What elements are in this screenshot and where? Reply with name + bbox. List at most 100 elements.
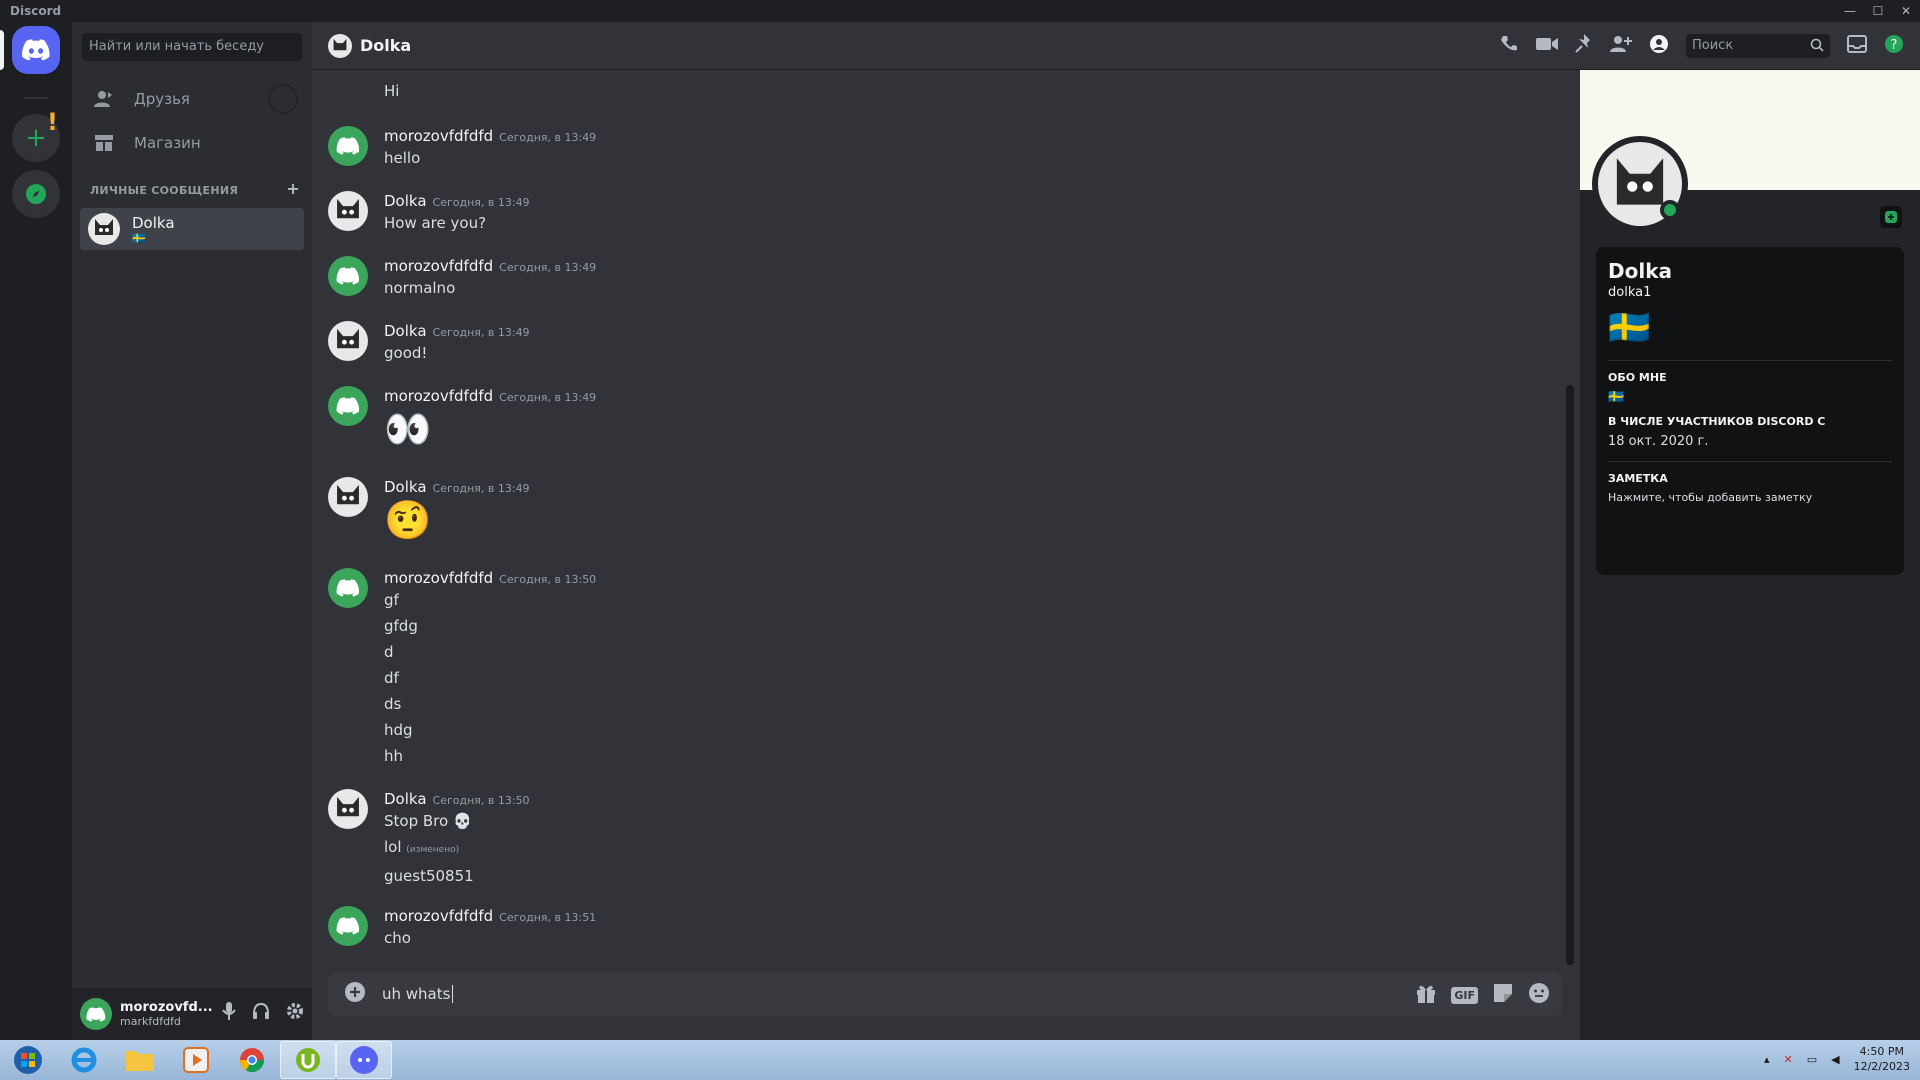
avatar[interactable] [328,477,368,517]
headphones-icon[interactable] [252,1002,270,1024]
eyes-emoji-icon[interactable]: 👀 [384,405,1484,453]
network-icon[interactable]: ▭ [1807,1053,1817,1066]
avatar[interactable] [80,998,112,1030]
microphone-icon[interactable] [222,1002,236,1024]
avatar[interactable] [328,256,368,296]
message-text: d [384,643,394,661]
message-scrollbar[interactable] [1566,385,1574,965]
taskbar-internet-explorer[interactable] [56,1041,112,1079]
settings-gear-icon[interactable] [286,1002,304,1024]
message-timestamp: Сегодня, в 13:49 [499,261,597,274]
avatar[interactable] [328,568,368,608]
user-display-name: morozovfd... [120,1000,213,1015]
message-timestamp: Сегодня, в 13:51 [499,911,597,924]
avatar[interactable] [328,789,368,829]
shop-icon [94,133,118,153]
video-call-icon[interactable] [1536,36,1558,56]
message-text: How are you? [384,214,487,232]
user-profile-icon[interactable] [1649,34,1669,58]
message-input[interactable]: uh whats [382,985,454,1004]
attach-plus-icon[interactable] [344,981,366,1007]
message-text: hh [384,747,404,765]
message-text: hello [384,149,421,167]
discord-logo-icon [350,1046,378,1074]
user-profile-panel: Dolka dolka1 🇸🇪 ОБО МНЕ 🇸🇪 В ЧИСЛЕ УЧАСТ… [1580,70,1920,1040]
profile-flag-badge: 🇸🇪 [1608,308,1651,348]
avatar[interactable] [328,191,368,231]
message-text: normalno [384,279,456,297]
emoji-picker-icon[interactable] [1528,982,1550,1008]
dm-section-header: ЛИЧНЫЕ СООБЩЕНИЯ + [90,181,300,198]
message-text: lol [384,838,402,856]
message-author[interactable]: Dolka [384,790,427,808]
message-text: cho [384,929,411,947]
avatar[interactable] [328,386,368,426]
taskbar-chrome[interactable] [224,1041,280,1079]
voice-call-icon[interactable] [1499,34,1519,58]
note-input[interactable]: Нажмите, чтобы добавить заметку [1608,491,1892,504]
discord-logo-icon [336,137,360,155]
inbox-icon[interactable] [1847,35,1867,57]
maximize-button[interactable]: ☐ [1864,0,1892,22]
message-composer[interactable]: uh whats GIF [328,972,1562,1016]
chrome-icon [240,1048,264,1073]
raised-eyebrow-emoji-icon[interactable]: 🤨 [384,496,1484,544]
message-author[interactable]: morozovfdfdfd [384,387,493,405]
explore-servers-button[interactable] [12,170,60,218]
nitro-badge-icon[interactable] [1880,206,1902,228]
network-error-icon[interactable]: ✕ [1784,1053,1793,1066]
message-author[interactable]: Dolka [384,322,427,340]
avatar[interactable] [328,321,368,361]
discord-logo-icon [336,917,360,935]
message-author[interactable]: morozovfdfdfd [384,257,493,275]
channel-name: Dolka [360,36,412,55]
header-search-input[interactable]: Поиск [1686,34,1830,58]
dm-status-flag: 🇸🇪 [132,231,146,245]
taskbar-clock[interactable]: 4:50 PM 12/2/2023 [1854,1044,1910,1074]
message-author[interactable]: morozovfdfdfd [384,127,493,145]
dm-item-name: Dolka [132,213,175,232]
server-rail: + ! [0,22,72,1040]
avatar[interactable] [328,906,368,946]
help-icon[interactable]: ? [1884,34,1904,58]
taskbar-utorrent[interactable] [280,1041,336,1079]
tray-overflow-icon[interactable]: ▴ [1764,1053,1770,1066]
message-author[interactable]: morozovfdfdfd [384,907,493,925]
message-timestamp: Сегодня, в 13:49 [499,391,597,404]
taskbar-discord[interactable] [336,1041,392,1079]
divider [1608,360,1892,361]
cat-avatar-icon [337,796,359,817]
message-text: good! [384,344,428,362]
server-separator [24,97,48,99]
dm-item-dolka[interactable]: Dolka 🇸🇪 [80,208,304,250]
avatar[interactable] [328,126,368,166]
profile-card: Dolka dolka1 🇸🇪 ОБО МНЕ 🇸🇪 В ЧИСЛЕ УЧАСТ… [1596,247,1904,575]
message-author[interactable]: Dolka [384,478,427,496]
home-button[interactable] [12,26,60,74]
start-button[interactable] [0,1041,56,1079]
cat-avatar-icon [95,219,113,235]
nav-shop[interactable]: Магазин [80,122,304,164]
create-dm-button[interactable]: + [286,181,300,197]
add-friend-icon[interactable] [1610,35,1632,57]
close-button[interactable]: ✕ [1892,0,1920,22]
member-since-header: В ЧИСЛЕ УЧАСТНИКОВ DISCORD С [1608,415,1826,428]
sticker-icon[interactable] [1492,982,1514,1008]
message-author[interactable]: morozovfdfdfd [384,569,493,587]
message-author[interactable]: Dolka [384,192,427,210]
message-text: ds [384,695,402,713]
windows-taskbar: ▴ ✕ ▭ ◀ 4:50 PM 12/2/2023 [0,1040,1920,1080]
minimize-button[interactable]: — [1836,0,1864,22]
gift-icon[interactable] [1415,982,1437,1008]
taskbar-media-player[interactable] [168,1041,224,1079]
message-text: gf [384,591,399,609]
nav-friends[interactable]: Друзья [80,78,304,120]
volume-icon[interactable]: ◀ [1831,1053,1839,1066]
dm-search-input[interactable]: Найти или начать беседу [82,33,302,61]
taskbar-file-explorer[interactable] [112,1041,168,1079]
plus-icon: + [25,123,47,153]
message-text: gfdg [384,617,418,635]
gif-button[interactable]: GIF [1451,986,1478,1004]
pin-icon[interactable] [1575,34,1593,58]
profile-username: dolka1 [1608,285,1652,300]
